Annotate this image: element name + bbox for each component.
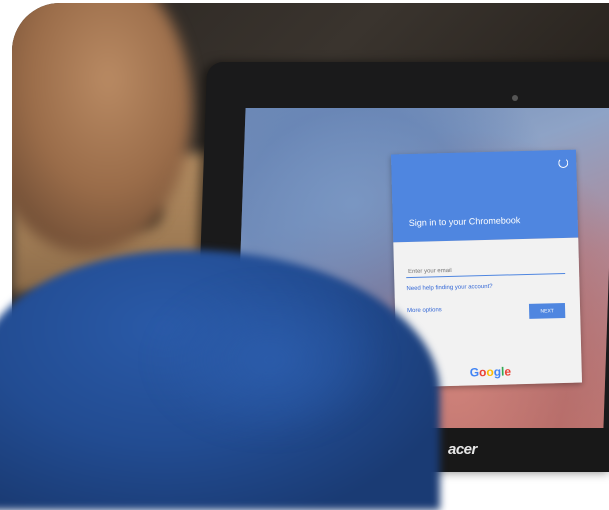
refresh-icon[interactable] <box>558 157 569 169</box>
help-link[interactable]: Need help finding your account? <box>406 284 492 292</box>
shoulder-highlight <box>150 280 390 440</box>
webcam <box>512 95 518 101</box>
email-field[interactable] <box>405 263 566 279</box>
brand-logo: acer <box>448 441 477 458</box>
more-options-link[interactable]: More options <box>407 307 442 314</box>
card-header: Sign in to your Chromebook <box>390 149 579 243</box>
card-title: Sign in to your Chromebook <box>408 215 521 229</box>
next-button[interactable]: NEXT <box>528 302 566 319</box>
google-logo: Google <box>469 364 512 380</box>
